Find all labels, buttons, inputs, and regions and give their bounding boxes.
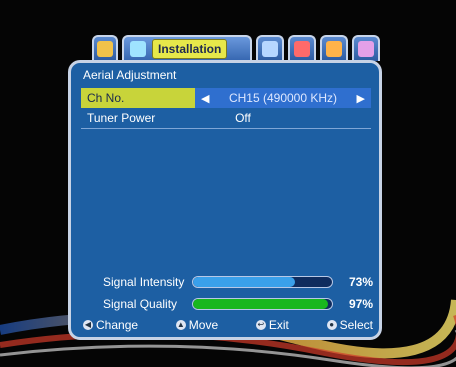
tab-system[interactable]: [352, 35, 380, 61]
tuner-power-label: Tuner Power: [87, 111, 156, 125]
tab-favorites[interactable]: [288, 35, 316, 61]
hint-select-label: Select: [339, 318, 373, 332]
settings-icon: [262, 41, 278, 57]
signal-intensity-bar: [192, 276, 334, 288]
sun-icon: [326, 41, 342, 57]
heart-icon: [294, 41, 310, 57]
arrow-left-icon[interactable]: ◀: [201, 92, 209, 105]
up-down-keys-icon: ▲: [175, 320, 186, 330]
panel-title: Aerial Adjustment: [83, 68, 177, 82]
tuner-power-row[interactable]: Tuner Power Off: [81, 108, 371, 129]
hint-move-label: Move: [188, 318, 219, 332]
aerial-adjustment-panel: Aerial Adjustment Ch No. ◀ CH15 (490000 …: [68, 60, 382, 340]
channel-number-label: Ch No.: [87, 91, 125, 105]
gear-icon: [358, 41, 374, 57]
button-hints: ◀ Change ▲ Move ↩ Exit ● Select: [83, 318, 373, 332]
settings-list: Ch No. ◀ CH15 (490000 KHz) ▶ Tuner Power…: [81, 88, 371, 129]
tab-tv[interactable]: [92, 35, 118, 61]
signal-intensity-label: Signal Intensity: [103, 275, 185, 289]
ok-key-icon: ●: [326, 320, 337, 330]
signal-meters: Signal Intensity 73% Signal Quality 97%: [103, 271, 373, 315]
tab-installation[interactable]: Installation: [122, 35, 252, 61]
signal-quality-value: 97%: [348, 297, 373, 311]
signal-intensity-fill: [193, 277, 295, 287]
tuner-power-value: Off: [235, 111, 251, 125]
hint-change: ◀ Change: [83, 318, 138, 332]
tab-installation-label: Installation: [152, 39, 228, 59]
hint-exit: ↩ Exit: [255, 318, 289, 332]
channel-number-value: CH15 (490000 KHz): [228, 91, 338, 105]
tv-icon: [97, 41, 113, 57]
tab-settings[interactable]: [256, 35, 284, 61]
signal-intensity-meter: Signal Intensity 73%: [103, 271, 373, 293]
channel-number-row[interactable]: Ch No. ◀ CH15 (490000 KHz) ▶: [81, 88, 371, 108]
signal-quality-label: Signal Quality: [103, 297, 178, 311]
exit-key-icon: ↩: [255, 320, 266, 330]
tab-display[interactable]: [320, 35, 348, 61]
satellite-dish-icon: [130, 41, 146, 57]
hint-move: ▲ Move: [175, 318, 219, 332]
channel-number-selector[interactable]: ◀ CH15 (490000 KHz) ▶: [195, 88, 371, 108]
hint-change-label: Change: [96, 318, 139, 332]
signal-quality-fill: [193, 299, 329, 309]
signal-quality-bar: [192, 298, 334, 310]
hint-select: ● Select: [326, 318, 373, 332]
left-right-keys-icon: ◀: [83, 320, 93, 330]
arrow-right-icon[interactable]: ▶: [357, 92, 365, 105]
hint-exit-label: Exit: [268, 318, 289, 332]
signal-quality-meter: Signal Quality 97%: [103, 293, 373, 315]
signal-intensity-value: 73%: [348, 275, 373, 289]
